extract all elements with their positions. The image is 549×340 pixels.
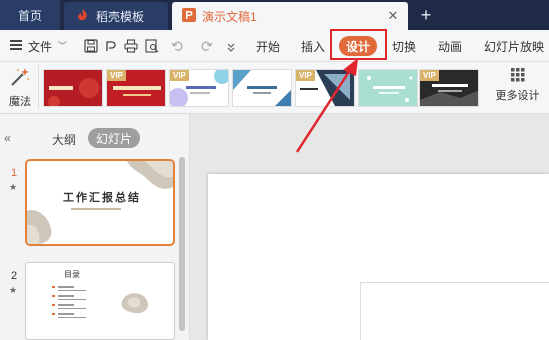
vip-badge: VIP — [296, 70, 315, 81]
theme-thumbnail[interactable] — [43, 69, 103, 107]
more-design-label: 更多设计 — [495, 90, 540, 102]
theme-thumbnail[interactable]: VIP — [106, 69, 166, 107]
grid-icon — [510, 68, 525, 82]
highlight-annotation — [330, 29, 387, 60]
more-design-button[interactable]: 更多设计 — [490, 68, 545, 103]
star-icon[interactable]: ★ — [9, 285, 17, 296]
menu-insert[interactable]: 插入 — [301, 38, 325, 55]
print-preview-icon[interactable] — [145, 39, 159, 53]
theme-thumbnail[interactable]: VIP — [169, 69, 229, 107]
collapse-panel-icon[interactable]: « — [4, 131, 11, 145]
slide-title: 目录 — [64, 270, 80, 279]
slide-thumbnail-1[interactable]: 工作汇报总结 — [25, 159, 175, 246]
export-icon[interactable] — [104, 39, 118, 53]
save-icon[interactable] — [84, 39, 98, 53]
redo-icon[interactable] — [199, 39, 213, 53]
magic-label: 魔法 — [9, 96, 31, 108]
current-slide[interactable] — [208, 174, 549, 340]
tab-document[interactable]: 演示文稿1 ✕ — [172, 2, 408, 30]
divider — [38, 65, 41, 109]
slide-title: 工作汇报总结 — [63, 192, 141, 204]
close-tab-icon[interactable]: ✕ — [386, 9, 400, 23]
presentation-icon — [182, 7, 196, 25]
tab-template[interactable]: 稻壳模板 — [64, 2, 168, 30]
tab-outline[interactable]: 大纲 — [52, 131, 76, 148]
tab-template-label: 稻壳模板 — [96, 9, 145, 24]
tab-slides[interactable]: 幻灯片 — [88, 128, 140, 148]
vip-badge: VIP — [170, 70, 189, 81]
file-menu[interactable]: 文件 — [28, 38, 52, 55]
tab-slides-label: 幻灯片 — [95, 131, 132, 146]
menu-slideshow[interactable]: 幻灯片放映 — [484, 38, 544, 55]
menu-start[interactable]: 开始 — [256, 38, 280, 55]
tab-home-label: 首页 — [17, 8, 42, 23]
magic-button[interactable]: 魔法 — [5, 66, 35, 109]
chevron-down-icon[interactable]: ﹀ — [58, 39, 67, 52]
print-icon[interactable] — [124, 39, 138, 53]
docer-logo-icon — [76, 8, 90, 25]
slide-thumbnail-2[interactable]: 目录 — [25, 262, 175, 340]
undo-icon[interactable] — [171, 39, 185, 53]
tab-home[interactable]: 首页 — [0, 0, 60, 30]
vip-badge: VIP — [420, 70, 439, 81]
theme-thumbnail[interactable] — [232, 69, 292, 107]
star-icon[interactable]: ★ — [9, 182, 17, 193]
theme-thumbnail[interactable] — [358, 69, 418, 107]
menu-bar: 文件 ﹀ 开始 插入 设计 切换 动画 幻灯片放映 — [0, 30, 549, 62]
vip-badge: VIP — [107, 70, 126, 81]
design-toolbar: 魔法 VIP VIP VIP VIP 更多设计 — [0, 62, 549, 114]
slide-canvas — [191, 114, 549, 340]
menu-animation[interactable]: 动画 — [438, 38, 462, 55]
slide-number: 1 — [11, 167, 18, 179]
theme-thumbnail[interactable]: VIP — [419, 69, 479, 107]
theme-thumbnail[interactable]: VIP — [295, 69, 355, 107]
menu-transition[interactable]: 切换 — [392, 38, 416, 55]
magic-wand-icon — [9, 68, 31, 91]
slide-placeholder-border — [360, 282, 549, 340]
slide-number: 2 — [11, 270, 18, 282]
new-tab-icon[interactable]: + — [416, 5, 436, 25]
customize-toolbar-icon[interactable] — [224, 39, 238, 53]
tab-bar: 首页 稻壳模板 演示文稿1 ✕ + — [0, 0, 549, 30]
scrollbar[interactable] — [179, 157, 185, 331]
slide-panel: « 大纲 幻灯片 1 ★ 工作汇报总结 2 ★ 目录 — [0, 114, 190, 340]
hamburger-menu-icon[interactable] — [10, 40, 22, 50]
tab-document-label: 演示文稿1 — [202, 9, 257, 24]
